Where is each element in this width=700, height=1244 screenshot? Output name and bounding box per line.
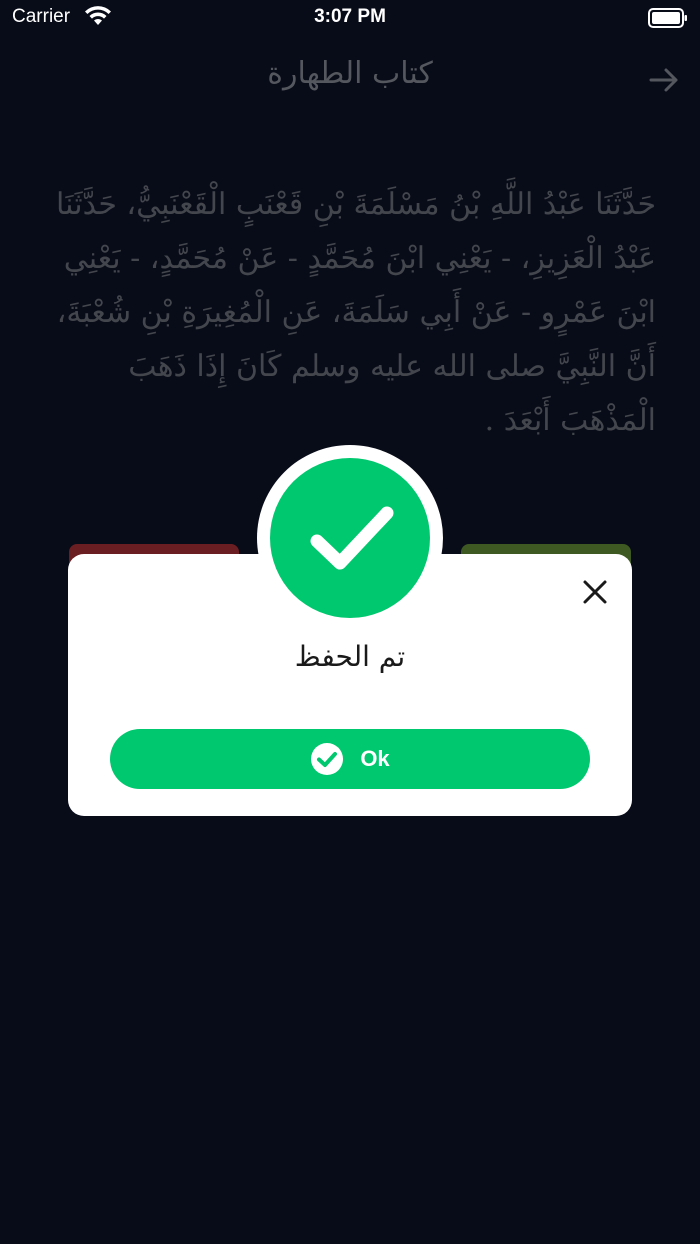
dialog-message: تم الحفظ (294, 640, 406, 673)
ok-button-label: Ok (360, 746, 390, 771)
page-title: كتاب الطهارة (267, 56, 433, 91)
ok-button[interactable]: Ok (110, 729, 590, 789)
checkmark-icon (270, 458, 430, 618)
arrow-right-icon[interactable] (648, 64, 680, 96)
close-icon[interactable] (580, 577, 610, 607)
clock: 3:07 PM (314, 6, 386, 27)
battery-icon (648, 8, 688, 32)
check-circle-icon (311, 743, 344, 775)
status-bar: Carrier 3:07 PM (0, 0, 700, 36)
screen: Carrier 3:07 PM كتاب الطهارة حَدَّثَنَا … (0, 0, 700, 1244)
hadith-text: حَدَّثَنَا عَبْدُ اللَّهِ بْنُ مَسْلَمَة… (56, 187, 656, 438)
